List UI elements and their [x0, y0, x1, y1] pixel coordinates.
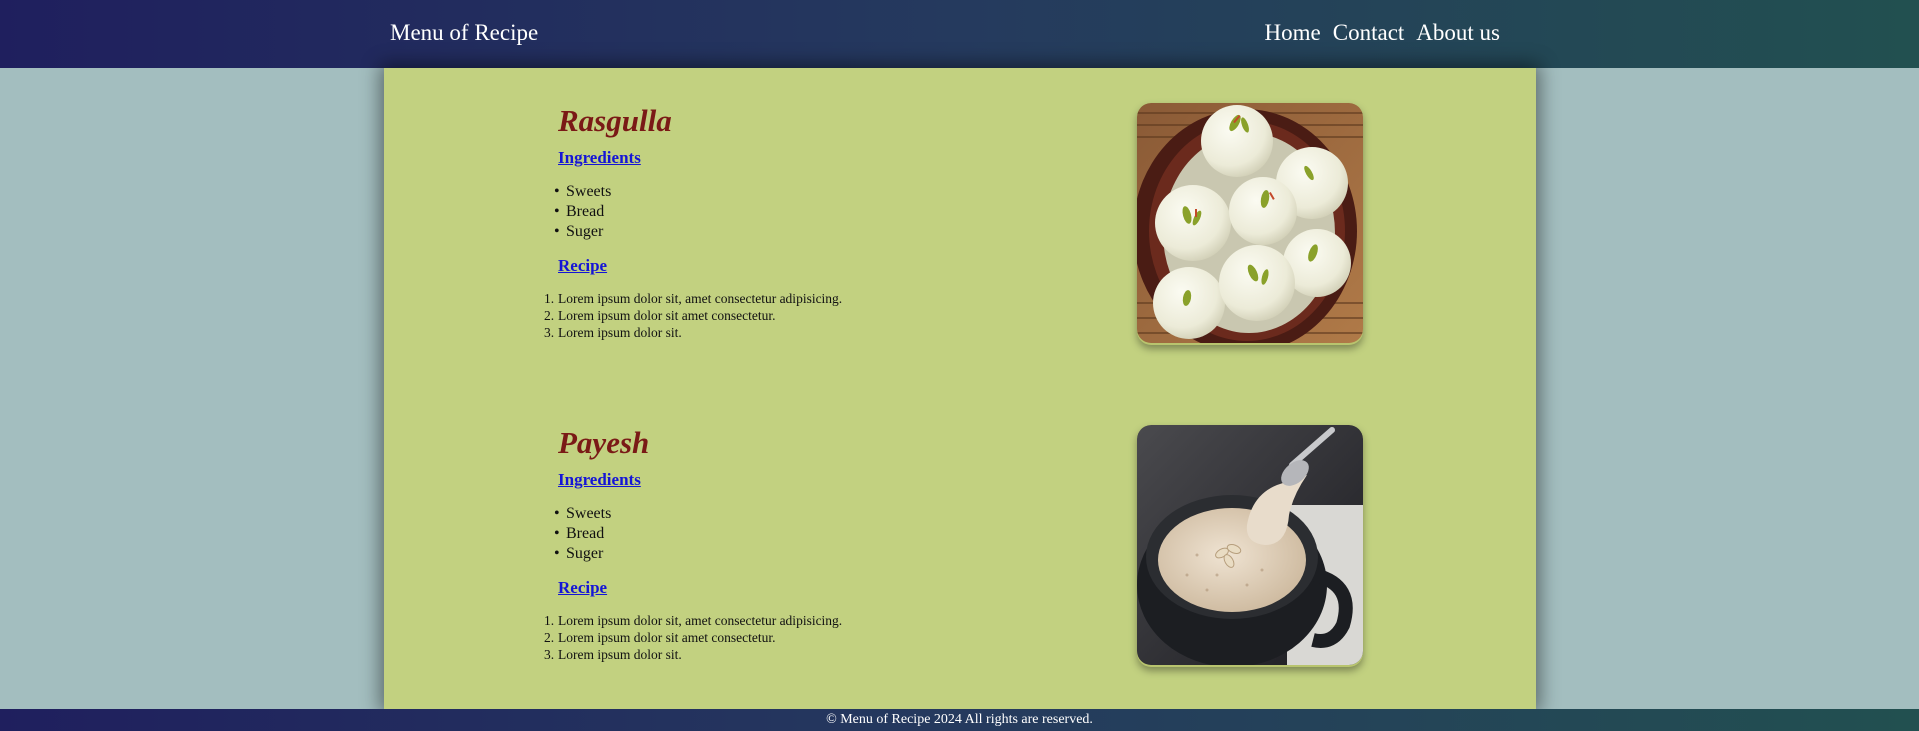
- list-item: Sweets: [554, 504, 1058, 524]
- ingredients-list: Sweets Bread Suger: [554, 504, 1058, 564]
- site-header: Menu of Recipe Home Contact About us: [0, 0, 1919, 68]
- recipe-card-container: Rasgulla Ingredients Sweets Bread Suger …: [384, 68, 1536, 709]
- ingredients-heading-link[interactable]: Ingredients: [558, 470, 1058, 490]
- recipe-heading-link[interactable]: Recipe: [558, 578, 1058, 598]
- recipe-title: Payesh: [558, 425, 650, 460]
- nav-home-link[interactable]: Home: [1265, 19, 1321, 47]
- list-item: Lorem ipsum dolor sit amet consectetur.: [544, 629, 776, 646]
- site-brand[interactable]: Menu of Recipe: [390, 19, 538, 47]
- main-nav: Home Contact About us: [1265, 19, 1500, 47]
- list-item: Lorem ipsum dolor sit amet consectetur.: [544, 307, 776, 324]
- recipe-section-payesh: Payesh Ingredients Sweets Bread Suger Re…: [384, 390, 1536, 710]
- recipe-content: Payesh Ingredients Sweets Bread Suger Re…: [544, 424, 1058, 663]
- list-item: Suger: [554, 222, 1058, 242]
- list-item: Sweets: [554, 182, 1058, 202]
- footer-copyright: © Menu of Recipe 2024 All rights are res…: [826, 712, 1093, 727]
- list-item: Lorem ipsum dolor sit.: [544, 646, 682, 663]
- list-item: Lorem ipsum dolor sit, amet consectetur …: [544, 612, 843, 629]
- rasgulla-image: [1137, 103, 1363, 343]
- list-item: Lorem ipsum dolor sit.: [544, 324, 682, 341]
- nav-contact-link[interactable]: Contact: [1333, 19, 1405, 47]
- ingredients-heading-link[interactable]: Ingredients: [558, 148, 1058, 168]
- rasgulla-photo: [1137, 103, 1363, 345]
- list-item: Bread: [554, 524, 1058, 544]
- list-item: Bread: [554, 202, 1058, 222]
- recipe-section-rasgulla: Rasgulla Ingredients Sweets Bread Suger …: [384, 68, 1536, 388]
- recipe-steps-list: Lorem ipsum dolor sit, amet consectetur …: [544, 290, 1058, 341]
- payesh-image: [1137, 425, 1363, 665]
- ingredients-list: Sweets Bread Suger: [554, 182, 1058, 242]
- site-footer: © Menu of Recipe 2024 All rights are res…: [0, 709, 1919, 731]
- nav-about-link[interactable]: About us: [1416, 19, 1500, 47]
- recipe-steps-list: Lorem ipsum dolor sit, amet consectetur …: [544, 612, 1058, 663]
- recipe-content: Rasgulla Ingredients Sweets Bread Suger …: [544, 102, 1058, 341]
- payesh-photo: [1137, 425, 1363, 667]
- recipe-heading-link[interactable]: Recipe: [558, 256, 1058, 276]
- list-item: Suger: [554, 544, 1058, 564]
- list-item: Lorem ipsum dolor sit, amet consectetur …: [544, 290, 843, 307]
- recipe-title: Rasgulla: [558, 103, 672, 138]
